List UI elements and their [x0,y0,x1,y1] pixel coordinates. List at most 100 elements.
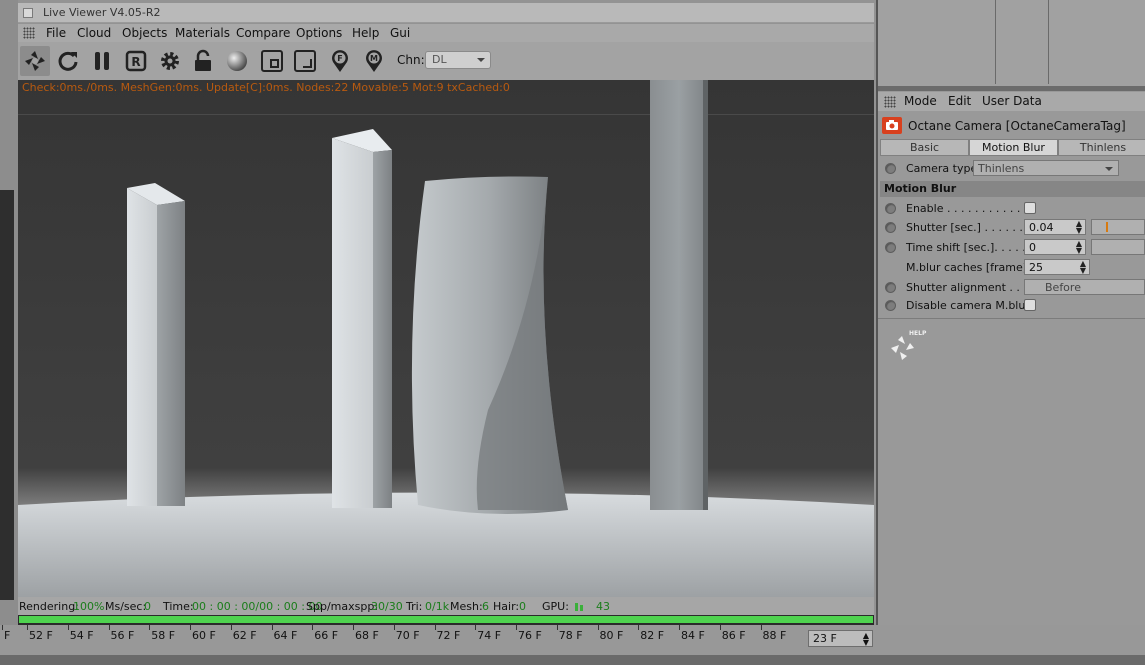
timeline-tickmark [719,625,721,630]
menu-edit[interactable]: Edit [948,94,971,108]
object-title: Octane Camera [OctaneCameraTag] [908,119,1126,133]
help-button[interactable]: HELP [888,330,926,362]
current-frame-input[interactable]: 23 F ▲ ▼ [808,630,873,647]
mblur-caches-label: M.blur caches [frame] [906,261,1028,274]
gpu-label: GPU: [542,600,569,613]
channel-value: DL [432,53,447,66]
settings-gear-icon[interactable] [155,46,185,76]
timeline-tickmark [556,625,558,630]
shutter-alignment-value: Before [1045,281,1081,294]
section-header[interactable]: Motion Blur [880,181,1145,197]
window-close-box[interactable] [23,8,33,18]
menu-mode[interactable]: Mode [904,94,937,108]
grip-icon[interactable] [23,27,35,39]
camera-type-label: Camera type [906,162,978,175]
menu-cloud[interactable]: Cloud [77,26,111,40]
rendering-label: Rendering: [19,600,79,613]
object-header: Octane Camera [OctaneCameraTag] [878,114,1145,136]
render-progress-fill [19,616,873,623]
menu-user-data[interactable]: User Data [982,94,1042,108]
tri-value: 0/1k [425,600,450,613]
film-region-icon[interactable] [290,46,320,76]
app-root: Live Viewer V4.05-R2 File Cloud Objects … [0,0,1145,665]
timeline-tickmark [679,625,680,630]
material-pick-icon[interactable]: M [359,46,389,76]
disable-mblur-row: Disable camera M.blur [878,296,1145,315]
shutter-row: Shutter [sec.] . . . . . . . 0.04 ▲ ▼ [878,218,1145,237]
menu-compare[interactable]: Compare [236,26,290,40]
timeline-tick-label: 72 F [436,629,461,642]
shutter-keyframe[interactable] [885,222,896,233]
channel-label: Chn: [397,53,425,67]
shutter-alignment-select[interactable]: Before [1024,279,1145,295]
viewer-menubar: File Cloud Objects Materials Compare Opt… [18,24,874,42]
timeline-tick-label: 70 F [395,629,420,642]
menu-options[interactable]: Options [296,26,342,40]
tab-motion-blur[interactable]: Motion Blur [969,139,1058,156]
time-shift-keyframe[interactable] [885,242,896,253]
mblur-caches-input[interactable]: 25 ▲ ▼ [1024,259,1090,275]
tab-thinlens[interactable]: Thinlens [1058,139,1145,156]
restart-icon[interactable] [53,46,83,76]
shutter-alignment-keyframe[interactable] [885,282,896,293]
render-status-bar: Rendering: 100% Ms/sec: 0 Time: 00 : 00 … [18,597,874,615]
time-shift-slider[interactable] [1091,239,1145,255]
timeline-tick-label: 82 F [640,629,665,642]
disable-mblur-checkbox[interactable] [1024,299,1036,311]
shutter-slider-knob[interactable] [1106,222,1108,232]
timeline-tick-label: 88 F [762,629,787,642]
camera-type-select[interactable]: Thinlens [973,160,1119,176]
octane-logo-icon[interactable] [20,46,50,76]
mblur-caches-value: 25 [1029,261,1043,274]
shutter-alignment-row: Shutter alignment . . . Before [878,278,1145,297]
window-titlebar[interactable]: Live Viewer V4.05-R2 [18,3,874,23]
viewer-toolbar: R F M Chn: DL [18,42,874,80]
disable-mblur-keyframe[interactable] [885,300,896,311]
render-image [18,80,874,597]
timeline-tick-label: F [4,629,11,642]
enable-keyframe[interactable] [885,203,896,214]
stepper-icon: ▲ ▼ [862,631,869,647]
gpu-usage-icon [575,601,584,611]
timeline-tickmark [760,625,762,630]
timeline-ruler[interactable]: F 52 F 54 F 56 F 58 F 60 F 62 F 64 F 66 F 68 F 70 … [0,625,1145,655]
camera-type-value: Thinlens [978,162,1025,175]
shutter-input[interactable]: 0.04 ▲ ▼ [1024,219,1086,235]
material-ball-icon[interactable] [222,46,252,76]
menu-objects[interactable]: Objects [122,26,167,40]
channel-select[interactable]: DL [425,51,491,69]
time-shift-input[interactable]: 0 ▲ ▼ [1024,239,1086,255]
render-viewport[interactable]: Check:0ms./0ms. MeshGen:0ms. Update[C]:0… [18,80,874,597]
tri-label: Tri: [406,600,423,613]
disable-mblur-label: Disable camera M.blur [906,299,1030,312]
chevron-down-icon [1105,167,1113,171]
timeline-tickmark [108,625,110,630]
timeline-tickmark [230,625,232,630]
svg-text:F: F [337,54,342,63]
enable-checkbox[interactable] [1024,202,1036,214]
pause-icon[interactable] [87,46,117,76]
timeline-tickmark [597,625,599,630]
menu-materials[interactable]: Materials [175,26,230,40]
menu-file[interactable]: File [46,26,66,40]
grip-icon[interactable] [884,96,896,108]
lock-icon[interactable] [188,46,218,76]
tab-basic[interactable]: Basic [880,139,969,156]
timeline-tickmark [190,625,191,630]
mssec-label: Ms/sec: [105,600,147,613]
render-stats-text: Check:0ms./0ms. MeshGen:0ms. Update[C]:0… [22,81,510,94]
timeline-tick-label: 64 F [273,629,298,642]
render-region-icon[interactable] [257,46,287,76]
timeline-tick-label: 54 F [69,629,94,642]
timeline-tickmark [312,625,314,630]
menu-gui[interactable]: Gui [390,26,410,40]
hair-label: Hair: [493,600,520,613]
timeline-tick-label: 66 F [314,629,339,642]
spp-label: Spp/maxspp: [306,600,379,613]
shutter-slider[interactable] [1091,219,1145,235]
camera-type-keyframe[interactable] [885,163,896,174]
focus-pick-icon[interactable]: F [325,46,355,76]
region-render-icon[interactable]: R [121,46,151,76]
stepper-icon: ▲ ▼ [1075,239,1082,255]
menu-help[interactable]: Help [352,26,379,40]
